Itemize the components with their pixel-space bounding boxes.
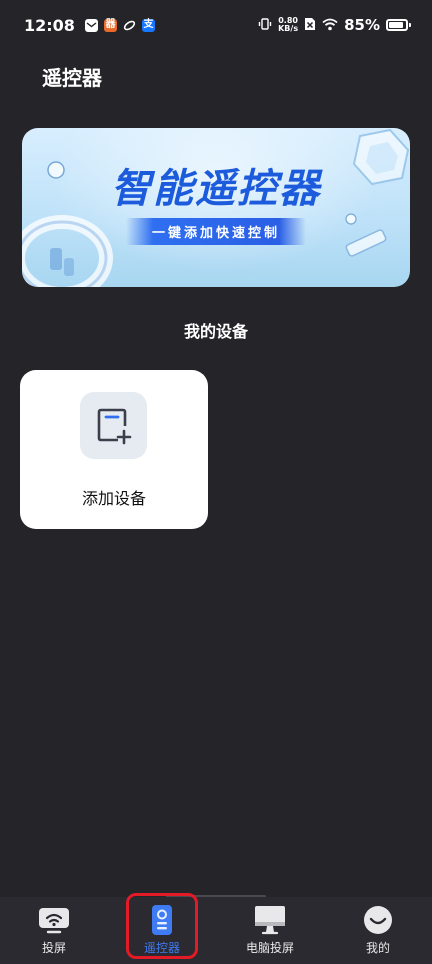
small-bubble-decoration — [345, 213, 357, 225]
wifi-icon — [322, 16, 338, 35]
battery-fill — [389, 22, 403, 28]
nav-item-profile[interactable]: 我的 — [324, 897, 432, 964]
nav-label-profile: 我的 — [365, 941, 390, 955]
network-speed: 0.80 KB/s — [278, 17, 298, 33]
nav-label-pc-cast: 电脑投屏 — [245, 941, 294, 955]
nav-item-cast[interactable]: 投屏 — [0, 897, 108, 964]
banner-title: 智能遥控器 — [111, 166, 321, 212]
cast-icon — [37, 903, 71, 937]
promo-banner[interactable]: 智能遥控器 一键添加快速控制 — [22, 128, 410, 287]
nav-item-pc-cast[interactable]: 电脑投屏 — [216, 897, 324, 964]
profile-icon — [361, 903, 395, 937]
mail-icon — [84, 18, 98, 32]
status-right: 0.80 KB/s 85% — [258, 16, 411, 35]
alipay-icon: 支 — [141, 18, 155, 32]
add-device-label: 添加设备 — [81, 489, 146, 508]
network-speed-unit: KB/s — [278, 24, 299, 33]
sync-icon — [123, 19, 136, 32]
page-title: 遥控器 — [42, 66, 102, 90]
status-left: 12:08 器 支 — [24, 16, 155, 35]
no-sim-icon — [304, 16, 316, 35]
battery-icon — [386, 19, 411, 31]
my-devices-heading: 我的设备 — [183, 322, 248, 341]
add-device-icon-box — [80, 392, 147, 459]
bottom-nav: 投屏 遥控器 电脑投屏 我的 — [0, 893, 432, 964]
nav-label-cast: 投屏 — [41, 941, 66, 955]
status-bar: 12:08 器 支 0.80 KB/s 85% — [0, 0, 432, 50]
battery-percent: 85% — [344, 16, 380, 34]
banner-subtitle: 一键添加快速控制 — [125, 218, 307, 245]
highlight-box — [126, 893, 198, 959]
add-device-card[interactable]: 添加设备 — [20, 370, 208, 529]
glass-bar-decoration — [345, 229, 387, 257]
nav-item-remote[interactable]: 遥控器 — [108, 893, 216, 964]
clock: 12:08 — [24, 15, 75, 35]
orange-app-icon: 器 — [103, 18, 117, 32]
add-device-icon — [97, 408, 131, 444]
vibrate-icon — [258, 16, 272, 35]
monitor-icon — [253, 903, 287, 937]
